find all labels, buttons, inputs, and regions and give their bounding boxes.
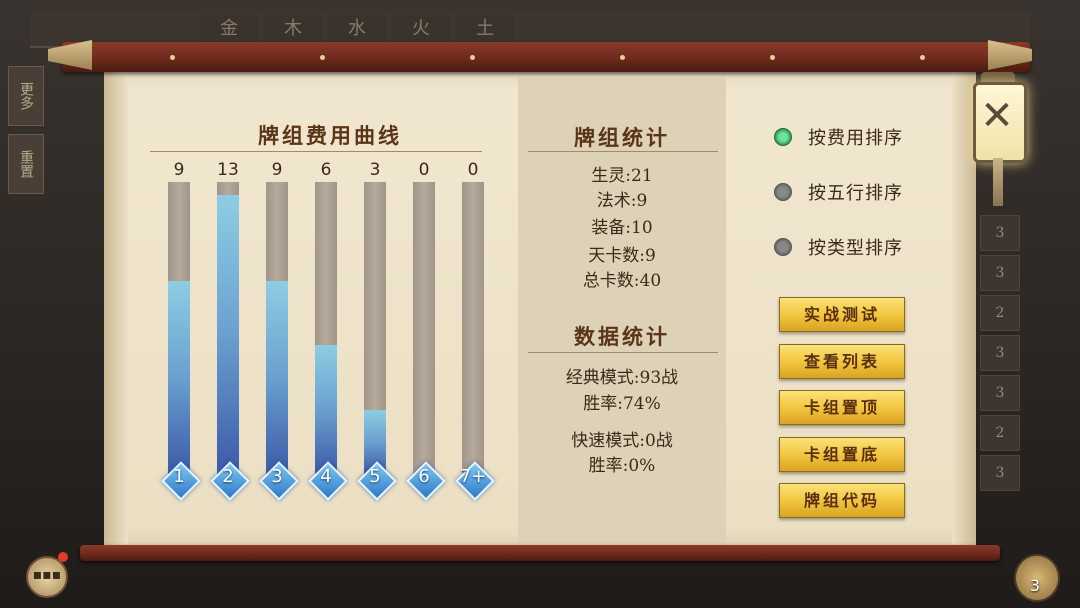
bar-track <box>266 182 288 474</box>
cost-gem-icon: 7+ <box>455 461 495 501</box>
background-cost-cell: 3 <box>980 455 1020 491</box>
deck-code-button[interactable]: 牌组代码 <box>779 483 905 518</box>
background-cost-cell: 3 <box>980 255 1020 291</box>
notification-dot <box>58 552 68 562</box>
combat-test-button[interactable]: 实战测试 <box>779 297 905 332</box>
background-reset-button: 重置 <box>8 134 44 194</box>
view-list-button[interactable]: 查看列表 <box>779 344 905 379</box>
rod-stud <box>920 55 925 60</box>
cost-gem-icon: 5 <box>357 461 397 501</box>
background-right-column: 3 3 2 3 3 2 3 <box>980 215 1020 495</box>
radio-icon[interactable] <box>774 183 792 201</box>
rod-stud <box>620 55 625 60</box>
tab-water: 水 <box>328 14 386 44</box>
chat-button[interactable]: ▪▪▪ <box>26 556 68 598</box>
cost-tick-label: 5 <box>369 466 381 487</box>
bar-count-label: 9 <box>271 160 283 180</box>
background-cost-cell: 2 <box>980 295 1020 331</box>
cost-curve-chart: 9 1 13 2 9 3 6 4 3 5 0 6 0 7+ <box>150 150 510 501</box>
scroll-top-rod <box>62 42 1030 72</box>
sort-by-cost-option[interactable]: 按费用排序 <box>774 124 903 150</box>
data-stats-divider <box>528 352 718 353</box>
bar-fill <box>217 195 239 474</box>
classic-mode-winrate: 胜率:74% <box>583 394 661 414</box>
deck-stats-title: 牌组统计 <box>574 125 670 150</box>
cost-tick-label: 6 <box>418 466 430 487</box>
radio-selected-icon[interactable] <box>774 128 792 146</box>
cost-tick-label: 1 <box>173 466 185 487</box>
rod-stud <box>320 55 325 60</box>
sort-by-type-label: 按类型排序 <box>808 238 903 259</box>
background-element-tabs: 金 木 水 火 土 <box>200 14 514 44</box>
background-cost-cell: 2 <box>980 415 1020 451</box>
bar-fill <box>315 345 337 474</box>
rod-stud <box>770 55 775 60</box>
deck-top-button[interactable]: 卡组置顶 <box>779 390 905 425</box>
cost-gem-icon: 6 <box>406 461 446 501</box>
bar-track <box>413 182 435 474</box>
rod-stud <box>470 55 475 60</box>
background-more-button: 更多 <box>8 66 44 126</box>
data-stats-title: 数据统计 <box>574 324 670 349</box>
bar-count-label: 0 <box>467 160 479 180</box>
quick-mode-battles: 快速模式:0战 <box>571 431 673 451</box>
bar-count-label: 3 <box>369 160 381 180</box>
cost-gem-icon: 1 <box>161 461 201 501</box>
background-cost-cell: 3 <box>980 215 1020 251</box>
tab-metal: 金 <box>200 14 258 44</box>
cost-gem-icon: 2 <box>210 461 250 501</box>
cost-tick-label: 3 <box>271 466 283 487</box>
cost-tick-label: 2 <box>222 466 234 487</box>
tab-earth: 土 <box>456 14 514 44</box>
sort-by-cost-label: 按费用排序 <box>808 128 903 149</box>
cost-gem-icon: 3 <box>259 461 299 501</box>
sort-by-element-option[interactable]: 按五行排序 <box>774 179 903 205</box>
sort-by-type-option[interactable]: 按类型排序 <box>774 234 903 260</box>
rod-stud <box>170 55 175 60</box>
sort-by-element-label: 按五行排序 <box>808 183 903 204</box>
bar-fill <box>168 281 190 474</box>
stat-total-cards: 总卡数:40 <box>582 271 662 291</box>
cost-gem-icon: 4 <box>308 461 348 501</box>
bar-count-label: 13 <box>217 160 239 180</box>
stat-creatures: 生灵:21 <box>591 166 653 186</box>
deck-count-badge: 3 <box>1029 576 1041 595</box>
close-icon[interactable]: ✕ <box>973 92 1021 140</box>
cost-tick-label: 4 <box>320 466 332 487</box>
stat-equipment: 装备:10 <box>591 218 653 238</box>
classic-mode-battles: 经典模式:93战 <box>565 368 679 388</box>
cost-tick-label: 7+ <box>459 466 487 487</box>
lantern-tassel <box>993 158 1003 206</box>
bar-count-label: 0 <box>418 160 430 180</box>
bar-fill <box>266 281 288 474</box>
cost-curve-title: 牌组费用曲线 <box>258 123 402 148</box>
stat-spells: 法术:9 <box>596 191 648 211</box>
bar-track <box>462 182 484 474</box>
radio-icon[interactable] <box>774 238 792 256</box>
quick-mode-winrate: 胜率:0% <box>588 456 656 476</box>
bar-track <box>315 182 337 474</box>
scroll-paper-left-edge <box>104 72 128 547</box>
bar-count-label: 6 <box>320 160 332 180</box>
background-cost-cell: 3 <box>980 335 1020 371</box>
bar-track <box>217 182 239 474</box>
bar-track <box>364 182 386 474</box>
stat-heaven-cards: 天卡数:9 <box>588 246 656 266</box>
bar-count-label: 9 <box>173 160 185 180</box>
bar-track <box>168 182 190 474</box>
chat-icon: ▪▪▪ <box>32 567 62 583</box>
background-cost-cell: 3 <box>980 375 1020 411</box>
deck-stats-divider <box>528 151 718 152</box>
deck-bottom-button[interactable]: 卡组置底 <box>779 437 905 472</box>
tab-wood: 木 <box>264 14 322 44</box>
scroll-bottom-rod <box>80 545 1000 561</box>
tab-fire: 火 <box>392 14 450 44</box>
